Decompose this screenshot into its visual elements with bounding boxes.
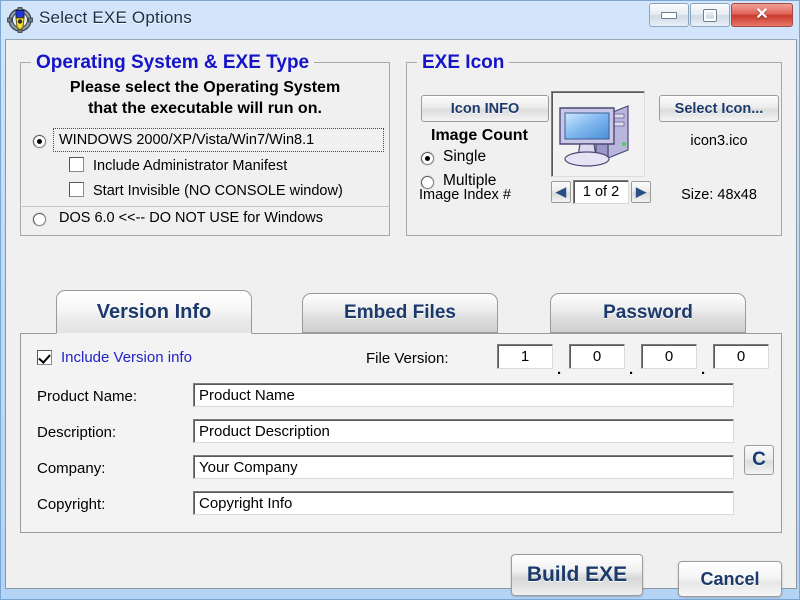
- version-dot-2: .: [629, 361, 634, 378]
- checkbox-include-version-info[interactable]: [37, 350, 52, 365]
- exe-icon-group: EXE Icon Icon INFO Select Icon... Image …: [406, 52, 782, 236]
- radio-dos[interactable]: [33, 213, 46, 226]
- checkbox-start-invisible[interactable]: [69, 182, 84, 197]
- minimize-button[interactable]: [649, 3, 689, 27]
- icon-preview-box[interactable]: [551, 91, 645, 177]
- dialog-window: Select EXE Options ✕ Operating System & …: [0, 0, 800, 600]
- radio-windows[interactable]: [33, 135, 46, 148]
- os-instruction: Please select the Operating System that …: [21, 77, 389, 119]
- maximize-button[interactable]: [690, 3, 730, 27]
- title-bar[interactable]: Select EXE Options ✕: [1, 1, 800, 39]
- image-index-next-button[interactable]: ▶: [631, 181, 651, 203]
- operating-system-group: Operating System & EXE Type Please selec…: [20, 52, 390, 236]
- checkbox-start-invisible-label: Start Invisible (NO CONSOLE window): [93, 183, 343, 199]
- exe-icon-group-title: EXE Icon: [417, 52, 510, 74]
- checkbox-admin-manifest-label: Include Administrator Manifest: [93, 158, 288, 174]
- description-label: Description:: [37, 424, 117, 441]
- checkbox-admin-manifest[interactable]: [69, 157, 84, 172]
- dialog-client-area: Operating System & EXE Type Please selec…: [5, 39, 797, 597]
- company-input[interactable]: Your Company: [193, 455, 734, 479]
- image-index-prev-button[interactable]: ◀: [551, 181, 571, 203]
- icon-info-button[interactable]: Icon INFO: [421, 95, 549, 122]
- company-label: Company:: [37, 460, 106, 477]
- file-version-build[interactable]: 0: [641, 344, 697, 369]
- copyright-symbol-button[interactable]: C: [744, 445, 774, 475]
- tab-password[interactable]: Password: [550, 293, 746, 333]
- icon-file-name: icon3.ico: [690, 133, 748, 149]
- version-dot-1: .: [557, 361, 562, 378]
- file-version-label: File Version:: [366, 350, 449, 367]
- image-index-label: Image Index #: [419, 187, 511, 203]
- file-version-revision[interactable]: 0: [713, 344, 769, 369]
- image-index-value[interactable]: 1 of 2: [573, 180, 629, 204]
- maximize-icon: [703, 8, 717, 22]
- include-version-info-label: Include Version info: [61, 349, 192, 366]
- radio-windows-label: WINDOWS 2000/XP/Vista/Win7/Win8.1: [59, 132, 315, 148]
- os-instruction-line2: that the executable will run on.: [88, 100, 322, 117]
- copyright-label: Copyright:: [37, 496, 106, 513]
- version-info-panel: Include Version info File Version: 1 . 0…: [20, 333, 782, 533]
- cancel-button[interactable]: Cancel: [678, 561, 782, 597]
- description-input[interactable]: Product Description: [193, 419, 734, 443]
- radio-single[interactable]: [421, 152, 434, 165]
- product-name-label: Product Name:: [37, 388, 138, 405]
- icon-size-label: Size: 48x48: [681, 187, 757, 203]
- version-dot-3: .: [701, 361, 706, 378]
- select-icon-button[interactable]: Select Icon...: [659, 95, 779, 122]
- build-exe-button[interactable]: Build EXE: [511, 554, 643, 596]
- minimize-icon: [661, 11, 677, 19]
- os-instruction-line1: Please select the Operating System: [69, 79, 341, 96]
- window-title: Select EXE Options: [39, 8, 192, 27]
- tab-embed-files[interactable]: Embed Files: [302, 293, 498, 333]
- radio-dos-label: DOS 6.0 <<-- DO NOT USE for Windows: [59, 210, 324, 226]
- radio-single-label: Single: [443, 148, 487, 165]
- image-count-label: Image Count: [431, 127, 528, 144]
- close-button[interactable]: ✕: [731, 3, 793, 27]
- product-name-input[interactable]: Product Name: [193, 383, 734, 407]
- copyright-input[interactable]: Copyright Info: [193, 491, 734, 515]
- os-group-divider: [22, 206, 390, 207]
- file-version-minor[interactable]: 0: [569, 344, 625, 369]
- tab-version-info[interactable]: Version Info: [56, 290, 252, 334]
- app-gear-icon: [7, 7, 33, 33]
- my-computer-icon: [559, 105, 629, 167]
- os-group-title: Operating System & EXE Type: [31, 52, 315, 74]
- file-version-major[interactable]: 1: [497, 344, 553, 369]
- close-icon: ✕: [755, 6, 769, 23]
